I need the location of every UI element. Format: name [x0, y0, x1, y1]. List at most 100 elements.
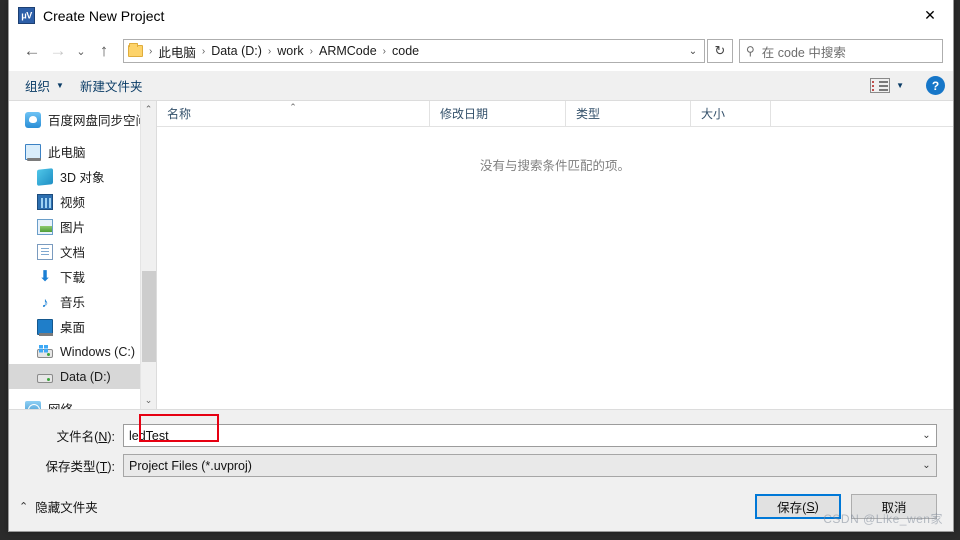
- file-name-combo[interactable]: ledTest ⌄: [123, 424, 937, 447]
- search-icon: ⚲: [746, 44, 755, 58]
- chevron-down-icon[interactable]: ⌄: [684, 40, 702, 62]
- create-new-project-dialog: Create New Project ✕ ← → ⌄ ↑ › 此电脑 › Dat…: [8, 0, 954, 532]
- save-label-key: S: [806, 499, 815, 514]
- column-label: 名称: [167, 107, 192, 121]
- sidebar-item-this-pc[interactable]: 此电脑: [9, 139, 156, 164]
- chevron-down-icon[interactable]: ⌄: [917, 455, 936, 476]
- sidebar-item-downloads[interactable]: ⬇ 下载: [9, 264, 156, 289]
- chevron-down-icon: ▼: [896, 81, 904, 90]
- refresh-icon[interactable]: ↻: [707, 39, 733, 63]
- sidebar-item-3d-objects[interactable]: 3D 对象: [9, 164, 156, 189]
- help-icon[interactable]: ?: [926, 76, 945, 95]
- sidebar-item-label: 网络: [48, 399, 73, 409]
- new-folder-label: 新建文件夹: [79, 80, 143, 94]
- hide-folders-toggle[interactable]: ⌃ 隐藏文件夹: [19, 497, 98, 516]
- organize-label: 组织: [25, 80, 51, 94]
- file-name-label-key: N: [98, 430, 108, 444]
- file-name-row: 文件名(N): ledTest ⌄: [25, 424, 937, 447]
- column-header-row: ⌃ 名称 修改日期 类型 大小: [157, 101, 953, 127]
- column-label: 修改日期: [440, 107, 489, 121]
- new-folder-button[interactable]: 新建文件夹: [72, 72, 151, 99]
- scroll-down-icon[interactable]: ⌄: [141, 392, 157, 409]
- breadcrumb-item-3[interactable]: ARMCode: [315, 42, 381, 60]
- save-label-pre: 保存(: [777, 501, 807, 515]
- sidebar-item-label: 此电脑: [48, 146, 86, 160]
- address-bar[interactable]: › 此电脑 › Data (D:) › work › ARMCode › cod…: [123, 39, 705, 63]
- file-type-value: Project Files (*.uvproj): [129, 458, 252, 473]
- scrollbar-thumb[interactable]: [141, 271, 156, 362]
- organize-button[interactable]: 组织 ▼: [17, 72, 72, 99]
- save-button[interactable]: 保存(S): [755, 494, 841, 519]
- breadcrumb-separator: ›: [201, 45, 206, 57]
- videos-icon: [37, 193, 53, 210]
- command-bar: 组织 ▼ 新建文件夹 ▼ ?: [9, 71, 953, 101]
- sidebar-item-videos[interactable]: 视频: [9, 189, 156, 214]
- sidebar-item-data-d[interactable]: Data (D:): [9, 364, 156, 389]
- back-button[interactable]: ←: [19, 38, 45, 64]
- breadcrumb-item-4[interactable]: code: [388, 42, 423, 60]
- breadcrumb-separator: ›: [267, 45, 272, 57]
- sidebar-item-pictures[interactable]: 图片: [9, 214, 156, 239]
- file-type-combo[interactable]: Project Files (*.uvproj) ⌄: [123, 454, 937, 477]
- column-header-size[interactable]: 大小: [690, 101, 770, 126]
- baidu-netdisk-icon: [25, 111, 41, 128]
- chevron-down-icon[interactable]: ⌄: [917, 425, 936, 446]
- sidebar-item-music[interactable]: ♪ 音乐: [9, 289, 156, 314]
- empty-list-message: 没有与搜索条件匹配的项。: [479, 159, 630, 173]
- desktop-icon: [37, 318, 53, 336]
- breadcrumb-separator: ›: [149, 45, 153, 57]
- navigation-pane-scrollbar[interactable]: ⌃ ⌄: [140, 101, 156, 409]
- file-name-input[interactable]: ledTest: [124, 429, 917, 443]
- close-icon[interactable]: ✕: [907, 0, 953, 31]
- chevron-up-icon: ⌃: [19, 501, 29, 513]
- column-header-type[interactable]: 类型: [565, 101, 690, 126]
- drive-icon: [37, 373, 53, 383]
- hide-folders-label: 隐藏文件夹: [35, 501, 98, 515]
- change-view-button[interactable]: ▼: [862, 74, 912, 97]
- sidebar-item-label: 百度网盘同步空间: [48, 114, 149, 128]
- dialog-body: 百度网盘同步空间 此电脑 3D 对象 视频 图片 文档 ⬇ 下载 ♪ 音乐 桌面…: [9, 101, 953, 409]
- file-type-row: 保存类型(T): Project Files (*.uvproj) ⌄: [25, 454, 937, 477]
- windows-drive-icon: [37, 344, 53, 358]
- scrollbar-track[interactable]: [141, 118, 157, 392]
- sidebar-item-windows-c[interactable]: Windows (C:): [9, 339, 156, 364]
- scroll-up-icon[interactable]: ⌃: [141, 101, 157, 118]
- sidebar-item-network[interactable]: 网络: [9, 396, 156, 409]
- column-header-name[interactable]: ⌃ 名称: [157, 101, 429, 126]
- title-bar: Create New Project ✕: [9, 0, 953, 31]
- breadcrumb-item-2[interactable]: work: [273, 42, 307, 60]
- breadcrumb-separator: ›: [382, 45, 387, 57]
- up-button[interactable]: ↑: [91, 38, 117, 64]
- recent-locations-button[interactable]: ⌄: [71, 38, 91, 64]
- search-box[interactable]: ⚲ 在 code 中搜索: [739, 39, 943, 63]
- sidebar-item-label: 桌面: [60, 321, 86, 335]
- search-input[interactable]: 在 code 中搜索: [762, 42, 846, 61]
- music-icon: ♪: [41, 293, 49, 310]
- chevron-down-icon: ▼: [56, 81, 64, 90]
- folder-icon: [128, 43, 143, 57]
- cancel-button[interactable]: 取消: [851, 494, 937, 519]
- file-name-label: 文件名(N):: [25, 426, 123, 445]
- save-form: 文件名(N): ledTest ⌄ 保存类型(T): Project Files…: [9, 409, 953, 484]
- file-type-label-post: ):: [107, 460, 115, 474]
- file-list-pane: ⌃ 名称 修改日期 类型 大小 没有与搜索条件匹配的项。: [157, 101, 953, 409]
- downloads-icon: ⬇: [38, 267, 52, 285]
- pictures-icon: [37, 218, 53, 235]
- breadcrumb: › 此电脑 › Data (D:) › work › ARMCode › cod…: [147, 40, 684, 63]
- sidebar-item-label: Data (D:): [60, 369, 111, 384]
- forward-button: →: [49, 41, 67, 60]
- breadcrumb-item-1[interactable]: Data (D:): [207, 42, 266, 60]
- sidebar-item-label: 图片: [60, 221, 86, 235]
- file-type-label-pre: 保存类型(: [45, 460, 100, 474]
- sidebar-item-label: 视频: [60, 196, 86, 210]
- file-name-label-post: ):: [107, 430, 115, 444]
- window-title: Create New Project: [43, 7, 165, 24]
- sidebar-item-documents[interactable]: 文档: [9, 239, 156, 264]
- column-header-date-modified[interactable]: 修改日期: [429, 101, 565, 126]
- sidebar-item-desktop[interactable]: 桌面: [9, 314, 156, 339]
- breadcrumb-item-0[interactable]: 此电脑: [154, 40, 200, 63]
- sidebar-item-baidu-netdisk[interactable]: 百度网盘同步空间: [9, 107, 156, 132]
- dialog-button-row: ⌃ 隐藏文件夹 保存(S) 取消 CSDN @Like_wen家: [9, 484, 953, 531]
- documents-icon: [37, 243, 53, 260]
- file-name-label-pre: 文件名(: [56, 430, 99, 444]
